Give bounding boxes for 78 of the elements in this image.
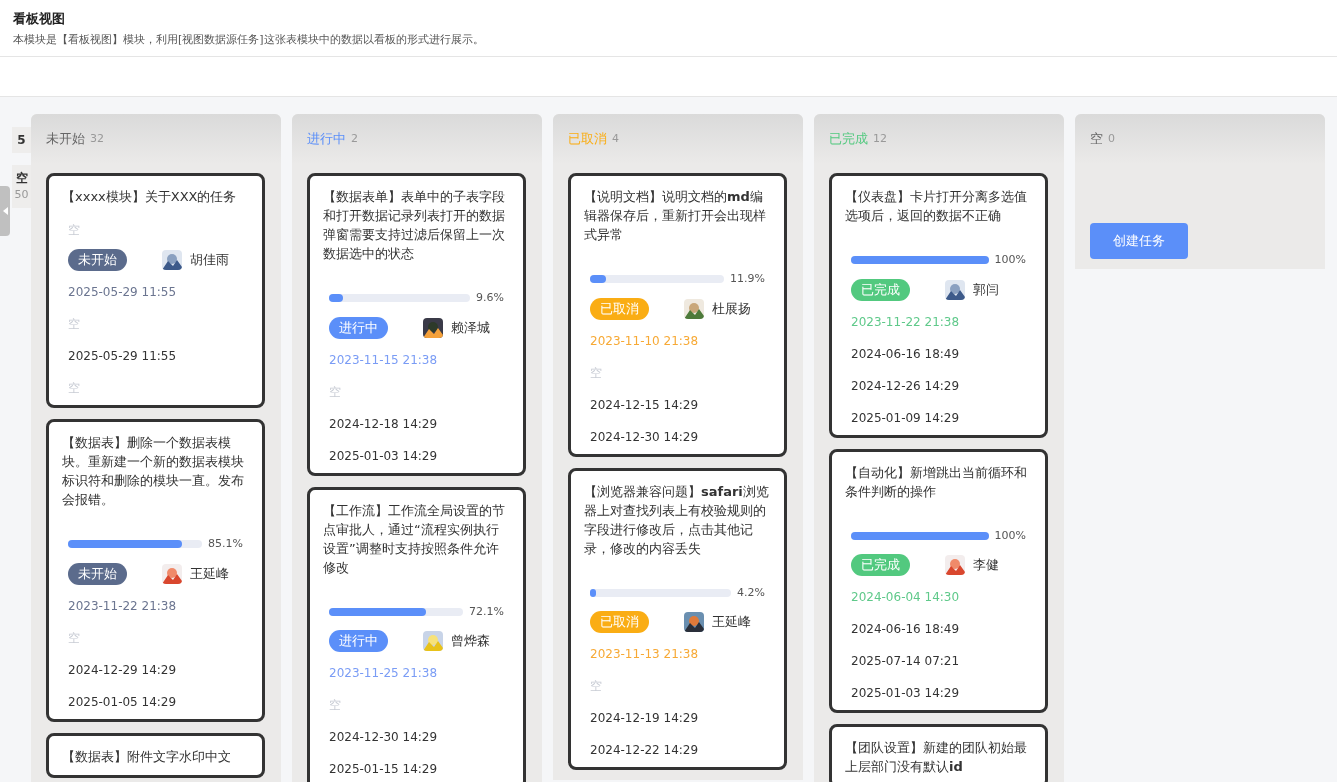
task-title: 【数据表单】表单中的子表字段和打开数据记录列表打开的数据弹窗需要支持过滤后保留上一次数据选中的状态 — [323, 188, 506, 263]
date-value: 2024-12-30 14:29 — [328, 729, 439, 746]
date-value: 2024-06-16 18:49 — [850, 621, 961, 638]
task-card[interactable]: 【团队设置】新建的团队初始最上层部门没有默认id — [829, 724, 1048, 782]
column-title: 空 — [1090, 130, 1103, 149]
date-value: 2023-11-15 21:38 — [328, 351, 439, 369]
assignee-name: 郭闫 — [973, 280, 999, 299]
column-count: 4 — [612, 130, 619, 147]
status-tag: 已取消 — [590, 297, 649, 320]
progress-percent: 100% — [994, 252, 1026, 268]
status-tag: 进行中 — [329, 630, 388, 652]
progress-percent: 11.9% — [730, 271, 765, 287]
column-count: 0 — [1108, 130, 1115, 147]
column-title: 未开始 — [46, 130, 85, 149]
column-title: 已完成 — [829, 130, 868, 149]
task-card[interactable]: 【自动化】新增跳出当前循环和条件判断的操作 100% 已完成 李健 2024-06-04 14:30 2024-06-16 18:49 2025-07-14 07:21 2025-01-03 14:29 — [829, 448, 1048, 713]
date-value: 2025-01-05 14:29 — [67, 693, 178, 711]
date-value: 2024-06-04 14:30 — [850, 589, 961, 606]
progress-percent: 100% — [994, 527, 1026, 544]
task-title: 【工作流】工作流全局设置的节点审批人，通过“流程实例执行设置”调整时支持按照条件允许修改 — [323, 501, 506, 577]
date-value: 2024-12-26 14:29 — [850, 377, 961, 395]
column-count: 12 — [873, 130, 887, 147]
task-title: 【说明文档】说明文档的md编辑器保存后，重新打开会出现样式异常 — [584, 188, 767, 244]
column-count: 32 — [90, 130, 104, 147]
task-title: 【浏览器兼容问题】safari浏览器上对查找列表上有校验规则的字段进行修改后，点击其他记录，修改的内容丢失 — [584, 482, 770, 558]
date-value: 2024-12-19 14:29 — [589, 710, 700, 727]
date-value: 2023-11-22 21:38 — [850, 313, 961, 331]
date-value: 2024-06-16 18:49 — [850, 345, 961, 363]
date-value: 2025-05-29 11:55 — [67, 284, 178, 301]
status-tag: 已完成 — [851, 554, 910, 576]
task-card[interactable]: 【数据表】附件文字水印中文 — [46, 732, 265, 778]
side-tab[interactable]: 5 — [12, 127, 31, 153]
date-value: 2025-01-03 14:29 — [328, 447, 439, 465]
task-title: 【数据表】删除一个数据表模块。重新建一个新的数据表模块标识符和删除的模块一直。发布会报错。 — [62, 434, 245, 509]
collapse-handle[interactable] — [0, 186, 10, 236]
side-tab[interactable]: 空 50 — [12, 165, 31, 208]
assignee-name: 王延峰 — [712, 613, 751, 632]
column-title: 进行中 — [307, 130, 346, 149]
date-value: 2024-12-15 14:29 — [589, 396, 700, 414]
assignee-name: 王延峰 — [190, 564, 229, 583]
assignee-name: 曾烨森 — [451, 632, 490, 651]
task-title: 【团队设置】新建的团队初始最上层部门没有默认id — [845, 739, 1028, 776]
date-value: 2024-12-18 14:29 — [328, 415, 439, 433]
date-value: 2023-11-10 21:38 — [589, 332, 700, 350]
assignee-name: 李健 — [973, 556, 999, 575]
status-tag: 已完成 — [851, 278, 910, 301]
task-title: 【数据表】附件文字水印中文 — [62, 747, 232, 766]
date-value: 2024-12-22 14:29 — [589, 742, 700, 759]
date-value: 2025-01-03 14:29 — [850, 685, 961, 702]
progress-percent: 85.1% — [208, 536, 243, 552]
caret-left-icon — [2, 207, 8, 215]
date-value: 2024-12-29 14:29 — [67, 661, 178, 679]
date-value: 2025-07-14 07:21 — [850, 653, 961, 670]
date-value: 2025-01-09 14:29 — [850, 409, 961, 427]
task-title: 【xxxx模块】关于XXX的任务 — [62, 188, 238, 206]
date-value: 2023-11-25 21:38 — [328, 665, 439, 682]
assignee-name: 杜展扬 — [712, 299, 751, 318]
task-title: 【仪表盘】卡片打开分离多选值选项后，返回的数据不正确 — [845, 188, 1028, 225]
page-title: 看板视图 — [13, 10, 66, 28]
progress-percent: 72.1% — [469, 603, 504, 620]
page-description: 本模块是【看板视图】模块，利用[视图数据源任务]这张表模块中的数据以看板的形式进行展示。 — [13, 31, 485, 48]
column-count: 2 — [351, 130, 358, 147]
task-title: 【自动化】新增跳出当前循环和条件判断的操作 — [845, 463, 1028, 501]
date-value: 2025-01-15 14:29 — [328, 761, 439, 778]
date-value: 2024-12-30 14:29 — [589, 428, 700, 446]
status-tag: 未开始 — [68, 562, 127, 585]
assignee-name: 赖泽城 — [451, 318, 490, 337]
column-title: 已取消 — [568, 130, 607, 149]
task-card[interactable]: 【仪表盘】卡片打开分离多选值选项后，返回的数据不正确 100% 已完成 郭闫 2023-11-22 21:38 2024-06-16 18:49 2024-12-26 14:29 2025-01-09 14:29 — [829, 173, 1048, 438]
assignee-name: 胡佳雨 — [190, 251, 229, 270]
progress-percent: 9.6% — [476, 290, 504, 306]
status-tag: 进行中 — [329, 316, 388, 339]
status-tag: 已取消 — [590, 611, 649, 633]
date-value: 2025-05-29 11:55 — [67, 348, 178, 365]
date-value: 2023-11-13 21:38 — [589, 646, 700, 663]
progress-percent: 4.2% — [737, 584, 765, 601]
status-tag: 未开始 — [68, 249, 127, 271]
date-value: 2023-11-22 21:38 — [67, 597, 178, 615]
